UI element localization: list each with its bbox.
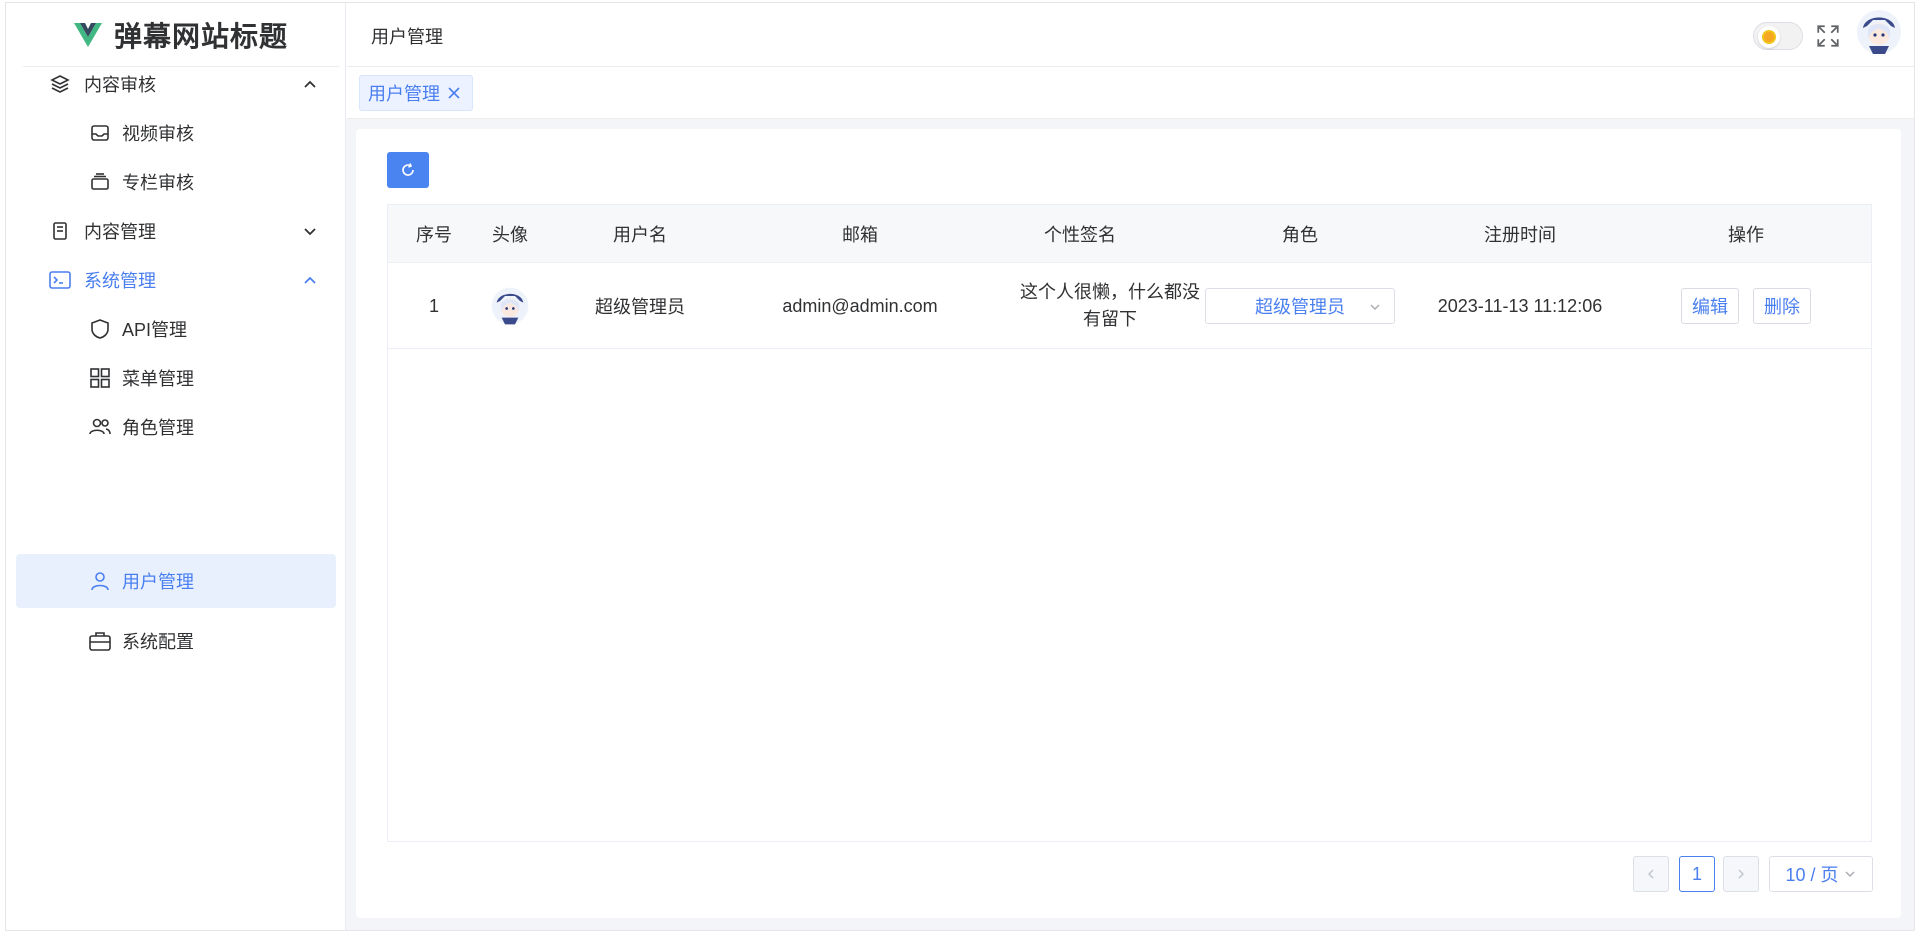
operations-cell: 编辑 删除 (1620, 263, 1872, 349)
role-select-value: 超级管理员 (1255, 297, 1345, 317)
column-header: 角色 (1282, 225, 1318, 245)
sidebar-item-label: 角色管理 (122, 418, 194, 438)
avatar-cell (480, 263, 540, 349)
chevron-up-icon (304, 80, 316, 88)
role-select[interactable]: 超级管理员 (1205, 288, 1395, 324)
users-icon (88, 415, 112, 439)
sidebar-item-label: 系统配置 (122, 632, 194, 652)
delete-button[interactable]: 删除 (1753, 288, 1811, 324)
sidebar-item-label: 用户管理 (122, 572, 194, 592)
sidebar-item-system-config[interactable]: 系统配置 (16, 614, 336, 668)
role-cell: 超级管理员 (1180, 263, 1420, 349)
page-size-select[interactable]: 10 / 页 (1769, 856, 1873, 892)
sidebar-item-menu-management[interactable]: 菜单管理 (16, 351, 336, 405)
sidebar-item-user-management[interactable]: 用户管理 (16, 554, 336, 608)
signature-cell: 这个人很懒，什么都没有留下 (1020, 282, 1200, 329)
sidebar-item-content-review[interactable]: 内容审核 (16, 57, 336, 111)
theme-toggle[interactable] (1753, 22, 1803, 50)
layers-icon (48, 72, 72, 96)
sidebar-item-system-management[interactable]: 系统管理 (16, 253, 336, 307)
table-row: 1 超级管理员 admin@admin.com 这个人很懒，什么都没有留下 超级… (388, 263, 1871, 349)
next-page-button[interactable] (1723, 856, 1759, 892)
toggle-knob (1758, 26, 1780, 48)
terminal-icon (48, 268, 72, 292)
tab-label: 用户管理 (368, 84, 440, 104)
grid-icon (88, 366, 112, 390)
email-cell: admin@admin.com (782, 295, 938, 316)
username-cell: 超级管理员 (595, 297, 685, 317)
column-header: 个性签名 (1044, 225, 1116, 245)
avatar[interactable] (490, 286, 530, 326)
sidebar-item-label: 视频审核 (122, 124, 194, 144)
column-header: 用户名 (613, 225, 667, 245)
page-size-value: 10 / 页 (1785, 865, 1839, 885)
column-header: 注册时间 (1484, 225, 1556, 245)
user-avatar[interactable] (1855, 8, 1903, 56)
fullscreen-icon[interactable] (1815, 23, 1841, 49)
shield-icon (88, 317, 112, 341)
column-header: 邮箱 (842, 225, 878, 245)
top-header: 用户管理 (347, 3, 1914, 67)
edit-button[interactable]: 编辑 (1681, 288, 1739, 324)
row-index: 1 (428, 295, 439, 316)
column-header: 头像 (492, 225, 528, 245)
column-header: 序号 (416, 225, 452, 245)
sidebar-item-column-review[interactable]: 专栏审核 (16, 155, 336, 209)
page-number-button[interactable]: 1 (1679, 856, 1715, 892)
sidebar-item-api-management[interactable]: API管理 (16, 302, 336, 356)
sidebar-item-content-management[interactable]: 内容管理 (16, 204, 336, 258)
brand-title: 弹幕网站标题 (113, 19, 288, 53)
table-header: 序号 头像 用户名 邮箱 个性签名 角色 注册时间 操作 (388, 205, 1871, 263)
sun-icon (1762, 30, 1776, 44)
sidebar-item-label: 系统管理 (84, 271, 156, 291)
registered-cell: 2023-11-13 11:12:06 (1437, 295, 1603, 316)
chevron-down-icon (1845, 871, 1855, 877)
document-icon (48, 219, 72, 243)
sidebar: 弹幕网站标题 内容审核 视频审核 专栏审核 内容管理 系统管理 API管理 菜单… (6, 3, 346, 930)
chevron-up-icon (304, 276, 316, 284)
tab-user-management[interactable]: 用户管理 (359, 75, 473, 111)
prev-page-button[interactable] (1633, 856, 1669, 892)
sidebar-item-label: 菜单管理 (122, 369, 194, 389)
chevron-down-icon (304, 228, 316, 236)
sidebar-item-label: 内容管理 (84, 222, 156, 242)
refresh-button[interactable] (387, 152, 429, 188)
user-table: 序号 头像 用户名 邮箱 个性签名 角色 注册时间 操作 1 超级管理员 adm… (387, 204, 1872, 842)
chevron-right-icon (1738, 869, 1744, 879)
close-icon[interactable] (446, 85, 462, 101)
sidebar-item-role-management[interactable]: 角色管理 (16, 400, 336, 454)
breadcrumb[interactable]: 用户管理 (371, 23, 443, 49)
vue-logo-icon (73, 22, 102, 47)
column-header: 操作 (1728, 225, 1764, 245)
sidebar-item-label: 内容审核 (84, 75, 156, 95)
chevron-down-icon (1370, 304, 1380, 310)
refresh-icon (402, 163, 414, 176)
chevron-left-icon (1648, 869, 1654, 879)
briefcase-icon (88, 629, 112, 653)
sidebar-item-label: API管理 (122, 320, 188, 340)
sidebar-item-video-review[interactable]: 视频审核 (16, 106, 336, 160)
cards-icon (88, 170, 112, 194)
tabs-bar: 用户管理 (347, 67, 1914, 119)
inbox-icon (88, 121, 112, 145)
sidebar-item-label: 专栏审核 (122, 173, 194, 193)
user-icon (88, 569, 112, 593)
